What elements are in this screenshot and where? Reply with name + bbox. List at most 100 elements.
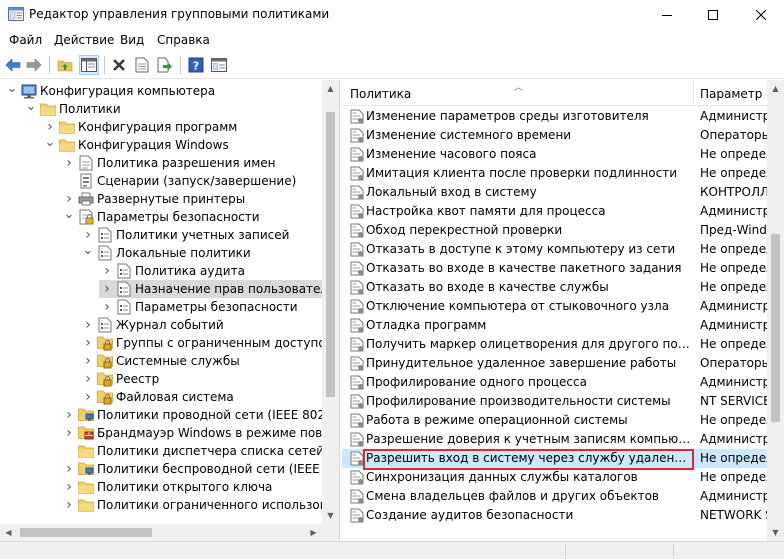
scroll-down-icon[interactable]: ▼ xyxy=(322,507,339,524)
tree-item[interactable]: Сценарии (запуск/завершение) xyxy=(61,172,299,190)
menu-action[interactable]: Действие xyxy=(54,33,114,47)
show-hide-tree-button[interactable] xyxy=(79,55,99,75)
policy-row[interactable]: Отключение компьютера от стыковочного уз… xyxy=(342,297,770,316)
tree-vscroll-thumb[interactable] xyxy=(326,112,335,397)
close-button[interactable] xyxy=(738,0,784,30)
tree-item[interactable]: Политики диспетчера списка сетей xyxy=(61,442,327,460)
scroll-up-icon[interactable]: ▲ xyxy=(322,80,339,97)
policy-row[interactable]: Отказать в доступе к этому компьютеру из… xyxy=(342,240,770,259)
tree-item[interactable]: ⌄ Параметры безопасности xyxy=(61,205,263,226)
forward-button[interactable] xyxy=(24,55,44,75)
menu-view[interactable]: Вид xyxy=(120,33,144,47)
tree-hscroll-thumb[interactable] xyxy=(20,528,152,537)
collapsed-arrow-icon[interactable]: › xyxy=(80,352,96,370)
view-button[interactable] xyxy=(209,55,229,75)
status-divider xyxy=(565,544,566,558)
maximize-button[interactable] xyxy=(690,0,736,30)
tree-item[interactable]: ⌄ Локальные политики xyxy=(80,241,254,262)
tree-item[interactable]: › Параметры безопасности xyxy=(99,298,301,316)
policy-row[interactable]: Смена владельцев файлов и других объекто… xyxy=(342,487,770,506)
tree-item[interactable]: › Журнал событий xyxy=(80,316,227,334)
tree-item[interactable]: › Группы с ограниченным доступом xyxy=(80,334,338,352)
tree-item[interactable]: ⌄ Политики xyxy=(23,97,124,118)
list-scroll-down-icon[interactable]: ▼ xyxy=(767,524,784,541)
policy-row[interactable]: Обход перекрестной проверки Пред-Windows xyxy=(342,221,770,240)
policy-row[interactable]: Изменение часового пояса Не определено xyxy=(342,145,770,164)
column-divider[interactable] xyxy=(693,80,694,106)
tree-item[interactable]: › Политики открытого ключа xyxy=(61,478,275,496)
tree-item[interactable]: › Развернутые принтеры xyxy=(61,190,248,208)
expanded-arrow-icon[interactable]: ⌄ xyxy=(61,205,77,223)
policy-row[interactable]: Синхронизация данных службы каталогов Не … xyxy=(342,468,770,487)
collapsed-arrow-icon[interactable]: › xyxy=(99,298,115,316)
policy-row[interactable]: Отказать во входе в качестве пакетного з… xyxy=(342,259,770,278)
policy-row[interactable]: Изменение параметров среды изготовителя А… xyxy=(342,107,770,126)
minimize-button[interactable] xyxy=(644,0,690,30)
collapsed-arrow-icon[interactable]: › xyxy=(61,478,77,496)
collapsed-arrow-icon[interactable]: › xyxy=(80,388,96,406)
help-icon: ? xyxy=(188,57,204,73)
collapsed-arrow-icon[interactable]: › xyxy=(61,424,77,442)
policy-setting: Не определено xyxy=(700,470,770,484)
expanded-arrow-icon[interactable]: ⌄ xyxy=(42,133,58,151)
tree-item[interactable]: › Политика разрешения имен xyxy=(61,154,279,172)
expanded-arrow-icon[interactable]: ⌄ xyxy=(23,97,39,115)
tree-item[interactable]: › Реестр xyxy=(80,370,162,388)
policy-row[interactable]: Создание аудитов безопасности NETWORK SER… xyxy=(342,506,770,525)
tree-item[interactable]: › Политики проводной сети (IEEE 802.3) xyxy=(61,406,339,424)
scroll-right-icon[interactable]: ▶ xyxy=(305,524,322,541)
policy-row[interactable]: Разрешение доверия к учетным записям ком… xyxy=(342,430,770,449)
list-scroll-up-icon[interactable]: ▲ xyxy=(767,80,784,97)
collapsed-arrow-icon[interactable]: › xyxy=(80,334,96,352)
tree-item[interactable]: › Брандмауэр Windows в режиме повышенной … xyxy=(61,424,339,442)
delete-button[interactable] xyxy=(109,55,129,75)
tree-item[interactable]: ⌄ Конфигурация Windows xyxy=(42,133,232,154)
collapsed-arrow-icon[interactable]: › xyxy=(99,280,115,298)
policy-row[interactable]: Локальный вход в систему КОНТРОЛЛЕРЫ xyxy=(342,183,770,202)
tree-item[interactable]: › Конфигурация программ xyxy=(42,118,240,136)
list-vertical-scrollbar[interactable]: ▲ ▼ xyxy=(767,80,784,541)
collapsed-arrow-icon[interactable]: › xyxy=(61,154,77,172)
column-header-setting[interactable]: Параметр политики xyxy=(700,87,770,101)
expanded-arrow-icon[interactable]: ⌄ xyxy=(4,80,20,97)
help-button[interactable]: ? xyxy=(186,55,206,75)
tree-horizontal-scrollbar[interactable]: ◀ ▶ xyxy=(0,524,322,541)
policy-setting: Не определено xyxy=(700,337,770,351)
policy-row[interactable]: Работа в режиме операционной системы Не о… xyxy=(342,411,770,430)
collapsed-arrow-icon[interactable]: › xyxy=(80,316,96,334)
export-button[interactable] xyxy=(155,55,175,75)
expanded-arrow-icon[interactable]: ⌄ xyxy=(80,241,96,259)
policy-row[interactable]: Отказать во входе в качестве службы Не оп… xyxy=(342,278,770,297)
tree-item[interactable]: › Политики учетных записей xyxy=(80,226,292,244)
policy-name: Изменение параметров среды изготовителя xyxy=(366,109,649,123)
properties-button[interactable] xyxy=(132,55,152,75)
policy-row[interactable]: Получить маркер олицетворения для другог… xyxy=(342,335,770,354)
tree-item[interactable]: › Системные службы xyxy=(80,352,243,370)
tree-item[interactable]: › Назначение прав пользователя xyxy=(99,280,339,298)
column-header-policy[interactable]: Политика xyxy=(350,87,411,101)
policy-row[interactable]: Изменение системного времени Операторы ар… xyxy=(342,126,770,145)
policy-row[interactable]: Имитация клиента после проверки подлинно… xyxy=(342,164,770,183)
scroll-left-icon[interactable]: ◀ xyxy=(0,524,17,541)
tree-item[interactable]: › Политики беспроводной сети (IEEE 802.11… xyxy=(61,460,339,478)
policy-name: Отказать во входе в качестве пакетного з… xyxy=(366,261,682,275)
menu-help[interactable]: Справка xyxy=(157,33,210,47)
tree-vertical-scrollbar[interactable]: ▲ ▼ xyxy=(322,80,339,524)
collapsed-arrow-icon[interactable]: › xyxy=(80,370,96,388)
up-folder-button[interactable] xyxy=(55,55,75,75)
policy-row[interactable]: Профилирование производительности систем… xyxy=(342,392,770,411)
policy-row[interactable]: Принудительное удаленное завершение рабо… xyxy=(342,354,770,373)
collapsed-arrow-icon[interactable]: › xyxy=(61,406,77,424)
tree-item[interactable]: › Файловая система xyxy=(80,388,237,406)
menu-file[interactable]: Файл xyxy=(9,33,42,47)
policy-row[interactable]: Отладка программ Администраторы xyxy=(342,316,770,335)
tree-item[interactable]: › Политика аудита xyxy=(99,262,248,280)
list-vscroll-thumb[interactable] xyxy=(771,234,780,422)
policy-row[interactable]: Настройка квот памяти для процесса Админи… xyxy=(342,202,770,221)
collapsed-arrow-icon[interactable]: › xyxy=(61,496,77,514)
tree-item[interactable]: › Политики ограниченного использования пр… xyxy=(61,496,339,514)
collapsed-arrow-icon[interactable]: › xyxy=(99,262,115,280)
back-button[interactable] xyxy=(3,55,23,75)
policy-row[interactable]: Профилирование одного процесса Администра… xyxy=(342,373,770,392)
collapsed-arrow-icon[interactable]: › xyxy=(61,460,77,478)
